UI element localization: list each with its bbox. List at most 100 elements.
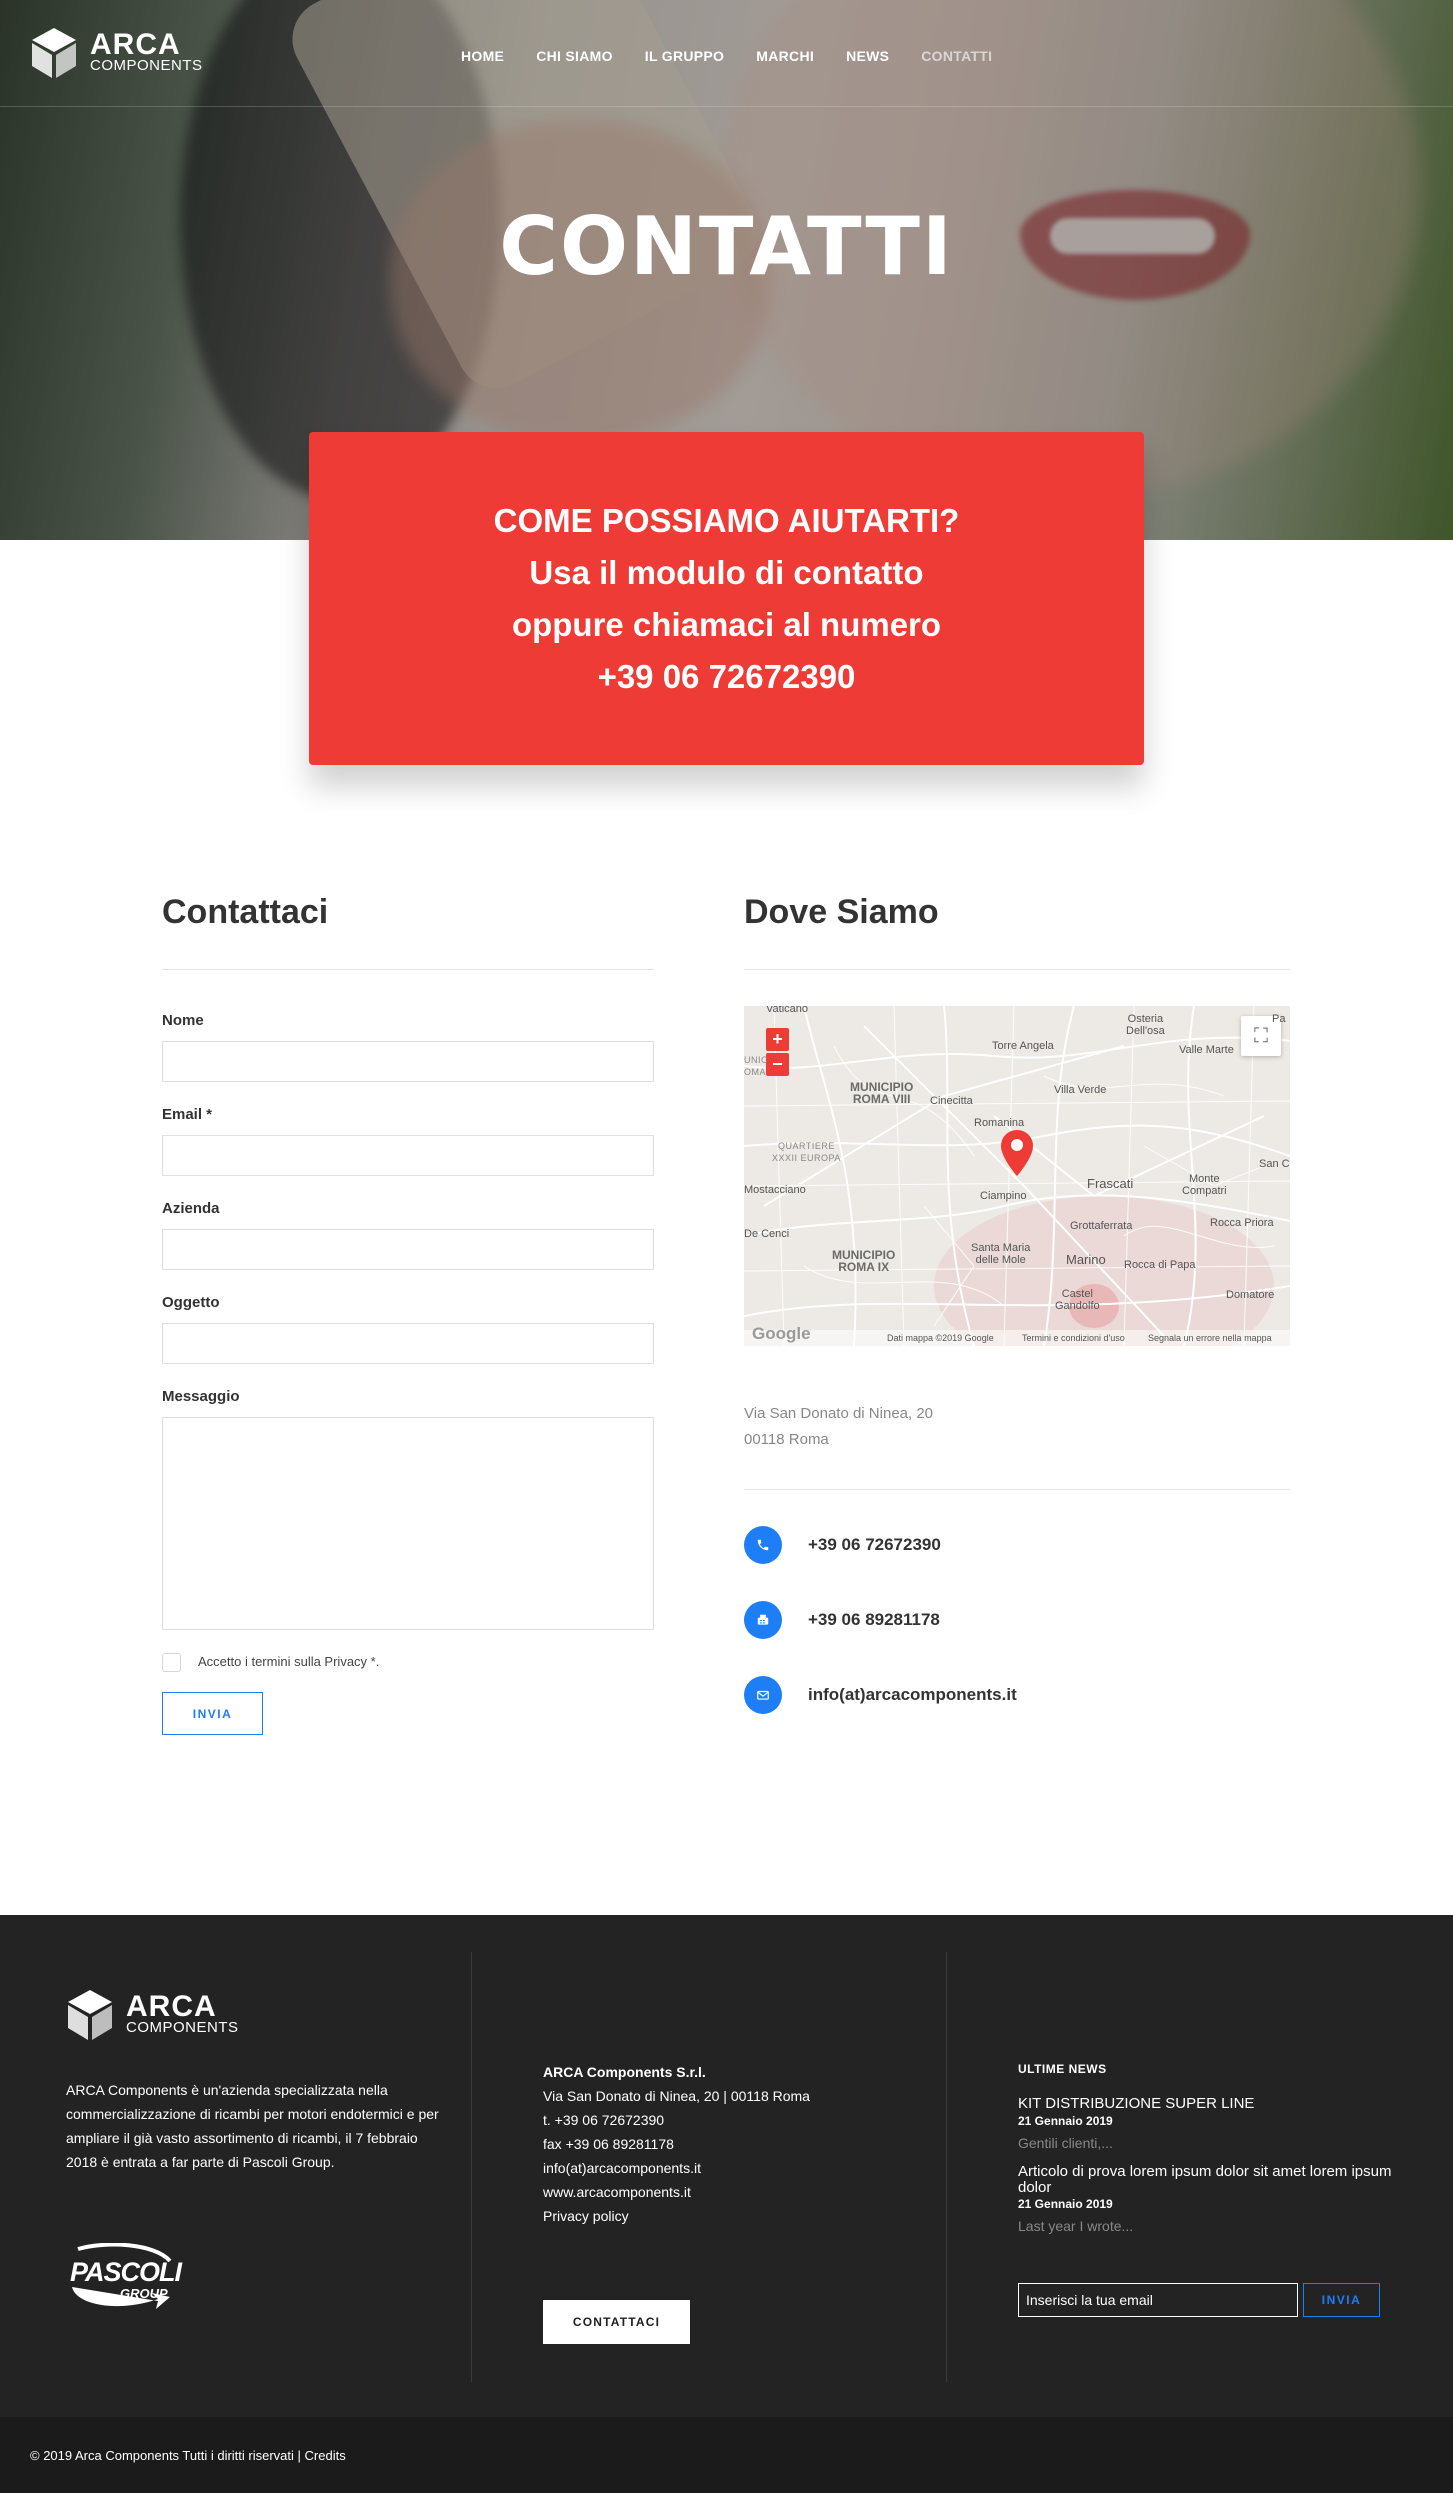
logo-subtitle: COMPONENTS xyxy=(90,57,203,74)
logo-name: ARCA xyxy=(90,28,181,61)
address-divider xyxy=(744,1489,1290,1490)
site-logo[interactable]: ARCA COMPONENTS xyxy=(30,26,203,80)
map-zoom-in-button[interactable]: + xyxy=(766,1028,789,1051)
map-attribution: Dati mappa ©2019 Google xyxy=(887,1333,994,1343)
map-label: Monte Compatri xyxy=(1182,1173,1227,1197)
page: ARCA COMPONENTS HOME CHI SIAMO IL GRUPPO… xyxy=(0,0,1453,2493)
map-report-link[interactable]: Segnala un errore nella mappa xyxy=(1148,1333,1272,1343)
map-label: Rocca di Papa xyxy=(1124,1259,1196,1271)
map-label: Pa xyxy=(1272,1013,1286,1025)
contact-phone[interactable]: +39 06 72672390 xyxy=(808,1535,941,1555)
map-attribution-bar: Dati mappa ©2019 Google Termini e condiz… xyxy=(744,1330,1290,1346)
map-label: Osteria Dell'osa xyxy=(1126,1013,1165,1037)
privacy-label: Accetto i termini sulla Privacy *. xyxy=(198,1654,380,1669)
cube-logo-icon xyxy=(68,1990,112,2040)
help-box-phone: +39 06 72672390 xyxy=(597,657,856,695)
contact-fax[interactable]: +39 06 89281178 xyxy=(808,1610,940,1630)
footer-company-fax: fax +39 06 89281178 xyxy=(543,2136,674,2152)
pascoli-group-logo[interactable]: PASCOLI GROUP xyxy=(66,2242,182,2311)
map-label: Frascati xyxy=(1087,1176,1134,1191)
map-label: Ciampino xyxy=(980,1190,1027,1202)
footer-logo-subtitle: COMPONENTS xyxy=(126,2019,239,2036)
pascoli-logo-sub: GROUP xyxy=(120,2286,168,2301)
help-box: COME POSSIAMO AIUTARTI? Usa il modulo di… xyxy=(309,432,1144,765)
subject-input[interactable] xyxy=(162,1323,654,1364)
nav-item-contatti[interactable]: CONTATTI xyxy=(921,48,992,64)
contact-form-title: Contattaci xyxy=(162,893,329,931)
footer-logo[interactable]: ARCA COMPONENTS xyxy=(66,1988,239,2042)
address-line-1: Via San Donato di Ninea, 20 xyxy=(744,1405,934,1422)
map-zoom-out-button[interactable]: − xyxy=(766,1053,789,1076)
map-label: Castel Gandolfo xyxy=(1055,1288,1100,1312)
map-label: Mostacciano xyxy=(744,1184,806,1196)
subject-label: Oggetto xyxy=(162,1294,220,1311)
news-item-title[interactable]: KIT DISTRIBUZIONE SUPER LINE xyxy=(1018,2096,1398,2112)
contattaci-button[interactable]: CONTATTACI xyxy=(543,2300,690,2344)
google-logo: Google xyxy=(752,1324,811,1343)
map-label: QUARTIERE XXXII EUROPA xyxy=(772,1141,841,1163)
map-terms-link[interactable]: Termini e condizioni d'uso xyxy=(1022,1333,1125,1343)
map-label: Valle Marte xyxy=(1179,1044,1234,1056)
footer-company-address: Via San Donato di Ninea, 20 | 00118 Roma xyxy=(543,2088,810,2104)
help-box-line-2: Usa il modulo di contatto xyxy=(529,553,924,591)
news-item-title[interactable]: Articolo di prova lorem ipsum dolor sit … xyxy=(1018,2164,1398,2196)
newsletter-email-input[interactable] xyxy=(1018,2283,1298,2317)
map[interactable]: + − ⛶ Vaticano Osteria Dell'osa Pa Torre… xyxy=(744,1006,1290,1346)
map-label: Domatore xyxy=(1226,1289,1275,1301)
nav-item-il-gruppo[interactable]: IL GRUPPO xyxy=(645,48,724,64)
map-label: Romanina xyxy=(974,1117,1025,1129)
footer-logo-name: ARCA xyxy=(126,1990,217,2023)
mail-icon xyxy=(744,1676,782,1714)
footer-divider-1 xyxy=(471,1952,472,2382)
address-line-2: 00118 Roma xyxy=(744,1431,829,1448)
map-label: San Ce xyxy=(1259,1158,1290,1170)
email-input[interactable] xyxy=(162,1135,654,1176)
company-input[interactable] xyxy=(162,1229,654,1270)
footer-company-web[interactable]: www.arcacomponents.it xyxy=(543,2180,691,2204)
news-item-excerpt: Gentili clienti,... xyxy=(1018,2135,1113,2151)
nav-item-marchi[interactable]: MARCHI xyxy=(756,48,814,64)
news-heading: ULTIME NEWS xyxy=(1018,2062,1107,2076)
location-title: Dove Siamo xyxy=(744,893,939,931)
footer-about: ARCA Components è un'azienda specializza… xyxy=(66,2082,439,2170)
contact-email[interactable]: info(at)arcacomponents.it xyxy=(808,1685,1017,1705)
message-label: Messaggio xyxy=(162,1388,240,1405)
company-label: Azienda xyxy=(162,1200,220,1217)
copyright-text: © 2019 Arca Components Tutti i diritti r… xyxy=(30,2448,346,2463)
map-label: Torre Angela xyxy=(992,1040,1054,1052)
nav-item-news[interactable]: NEWS xyxy=(846,48,889,64)
email-label: Email * xyxy=(162,1106,213,1123)
footer-company-email[interactable]: info(at)arcacomponents.it xyxy=(543,2156,701,2180)
main-nav: HOME CHI SIAMO IL GRUPPO MARCHI NEWS CON… xyxy=(461,48,1024,64)
pascoli-logo-text: PASCOLI xyxy=(70,2257,182,2287)
phone-icon xyxy=(744,1526,782,1564)
help-box-line-1: COME POSSIAMO AIUTARTI? xyxy=(493,501,960,539)
map-label: Vaticano xyxy=(766,1006,808,1015)
map-label: MUNICIPIO ROMA VIII xyxy=(850,1080,914,1106)
nav-item-chi-siamo[interactable]: CHI SIAMO xyxy=(536,48,613,64)
news-item-date: 21 Gennaio 2019 xyxy=(1018,2197,1113,2211)
message-textarea[interactable] xyxy=(162,1417,654,1630)
map-label: UNIC OMA xyxy=(744,1055,768,1077)
privacy-checkbox[interactable] xyxy=(162,1653,181,1672)
name-input[interactable] xyxy=(162,1041,654,1082)
nav-divider xyxy=(0,106,1453,107)
page-title: CONTATTI xyxy=(499,200,954,293)
help-box-line-3: oppure chiamaci al numero xyxy=(511,605,942,643)
map-label: Villa Verde xyxy=(1054,1084,1107,1096)
nav-item-home[interactable]: HOME xyxy=(461,48,504,64)
cube-logo-icon xyxy=(32,28,76,78)
map-label: Rocca Priora xyxy=(1210,1217,1274,1229)
newsletter-submit-button[interactable]: INVIA xyxy=(1303,2283,1380,2317)
map-label: Santa Maria delle Mole xyxy=(971,1242,1031,1266)
map-pin-icon[interactable] xyxy=(1001,1130,1033,1176)
map-label: Grottaferrata xyxy=(1070,1220,1133,1232)
contact-form-divider xyxy=(162,969,654,970)
map-label: Cinecitta xyxy=(930,1095,973,1107)
map-label: De Cenci xyxy=(744,1228,790,1240)
footer-divider-2 xyxy=(946,1952,947,2382)
footer-privacy-link[interactable]: Privacy policy xyxy=(543,2204,629,2228)
map-label: Marino xyxy=(1066,1252,1106,1267)
submit-button[interactable]: INVIA xyxy=(162,1692,263,1735)
footer-company-tel[interactable]: t. +39 06 72672390 xyxy=(543,2108,664,2132)
